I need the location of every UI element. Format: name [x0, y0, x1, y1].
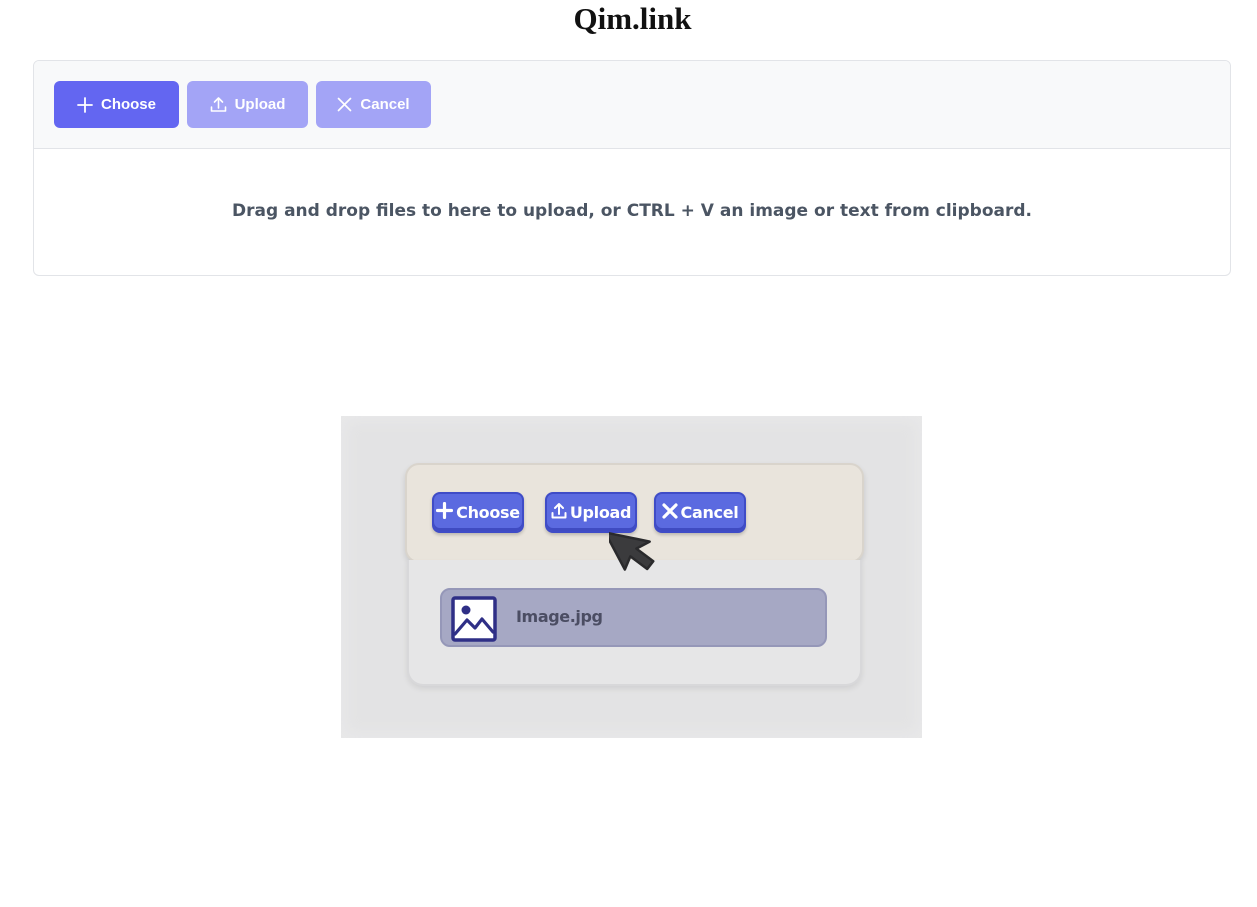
upload-button-label: Upload [234, 96, 286, 113]
upload-illustration: Choose Upload Cancel Image.jpg [341, 416, 922, 738]
choose-button[interactable]: Choose [54, 81, 179, 128]
illustration-file-name: Image.jpg [516, 607, 603, 626]
site-title: Qim.link [573, 1, 692, 36]
plus-icon [436, 501, 454, 523]
cancel-button[interactable]: Cancel [316, 81, 431, 128]
plus-icon [77, 96, 93, 113]
drop-zone[interactable]: Drag and drop files to here to upload, o… [34, 149, 1230, 274]
drop-hint: Drag and drop files to here to upload, o… [232, 200, 1032, 221]
upload-icon [551, 502, 567, 523]
illustration-choose-label: Choose [456, 503, 520, 522]
cancel-button-label: Cancel [360, 96, 410, 113]
file-uploader: Choose Upload Cancel Drag and drop files… [33, 60, 1231, 276]
choose-button-label: Choose [100, 96, 156, 113]
mouse-pointer-icon [603, 516, 665, 581]
illustration-file-row: Image.jpg [440, 588, 827, 647]
illustration-choose-button: Choose [432, 492, 524, 533]
uploader-toolbar: Choose Upload Cancel [34, 61, 1230, 149]
image-file-icon [451, 596, 497, 647]
upload-icon [210, 96, 227, 113]
illustration-cancel-button: Cancel [654, 492, 746, 533]
illustration-cancel-label: Cancel [680, 503, 739, 522]
upload-button[interactable]: Upload [187, 81, 308, 128]
close-icon [337, 97, 352, 112]
